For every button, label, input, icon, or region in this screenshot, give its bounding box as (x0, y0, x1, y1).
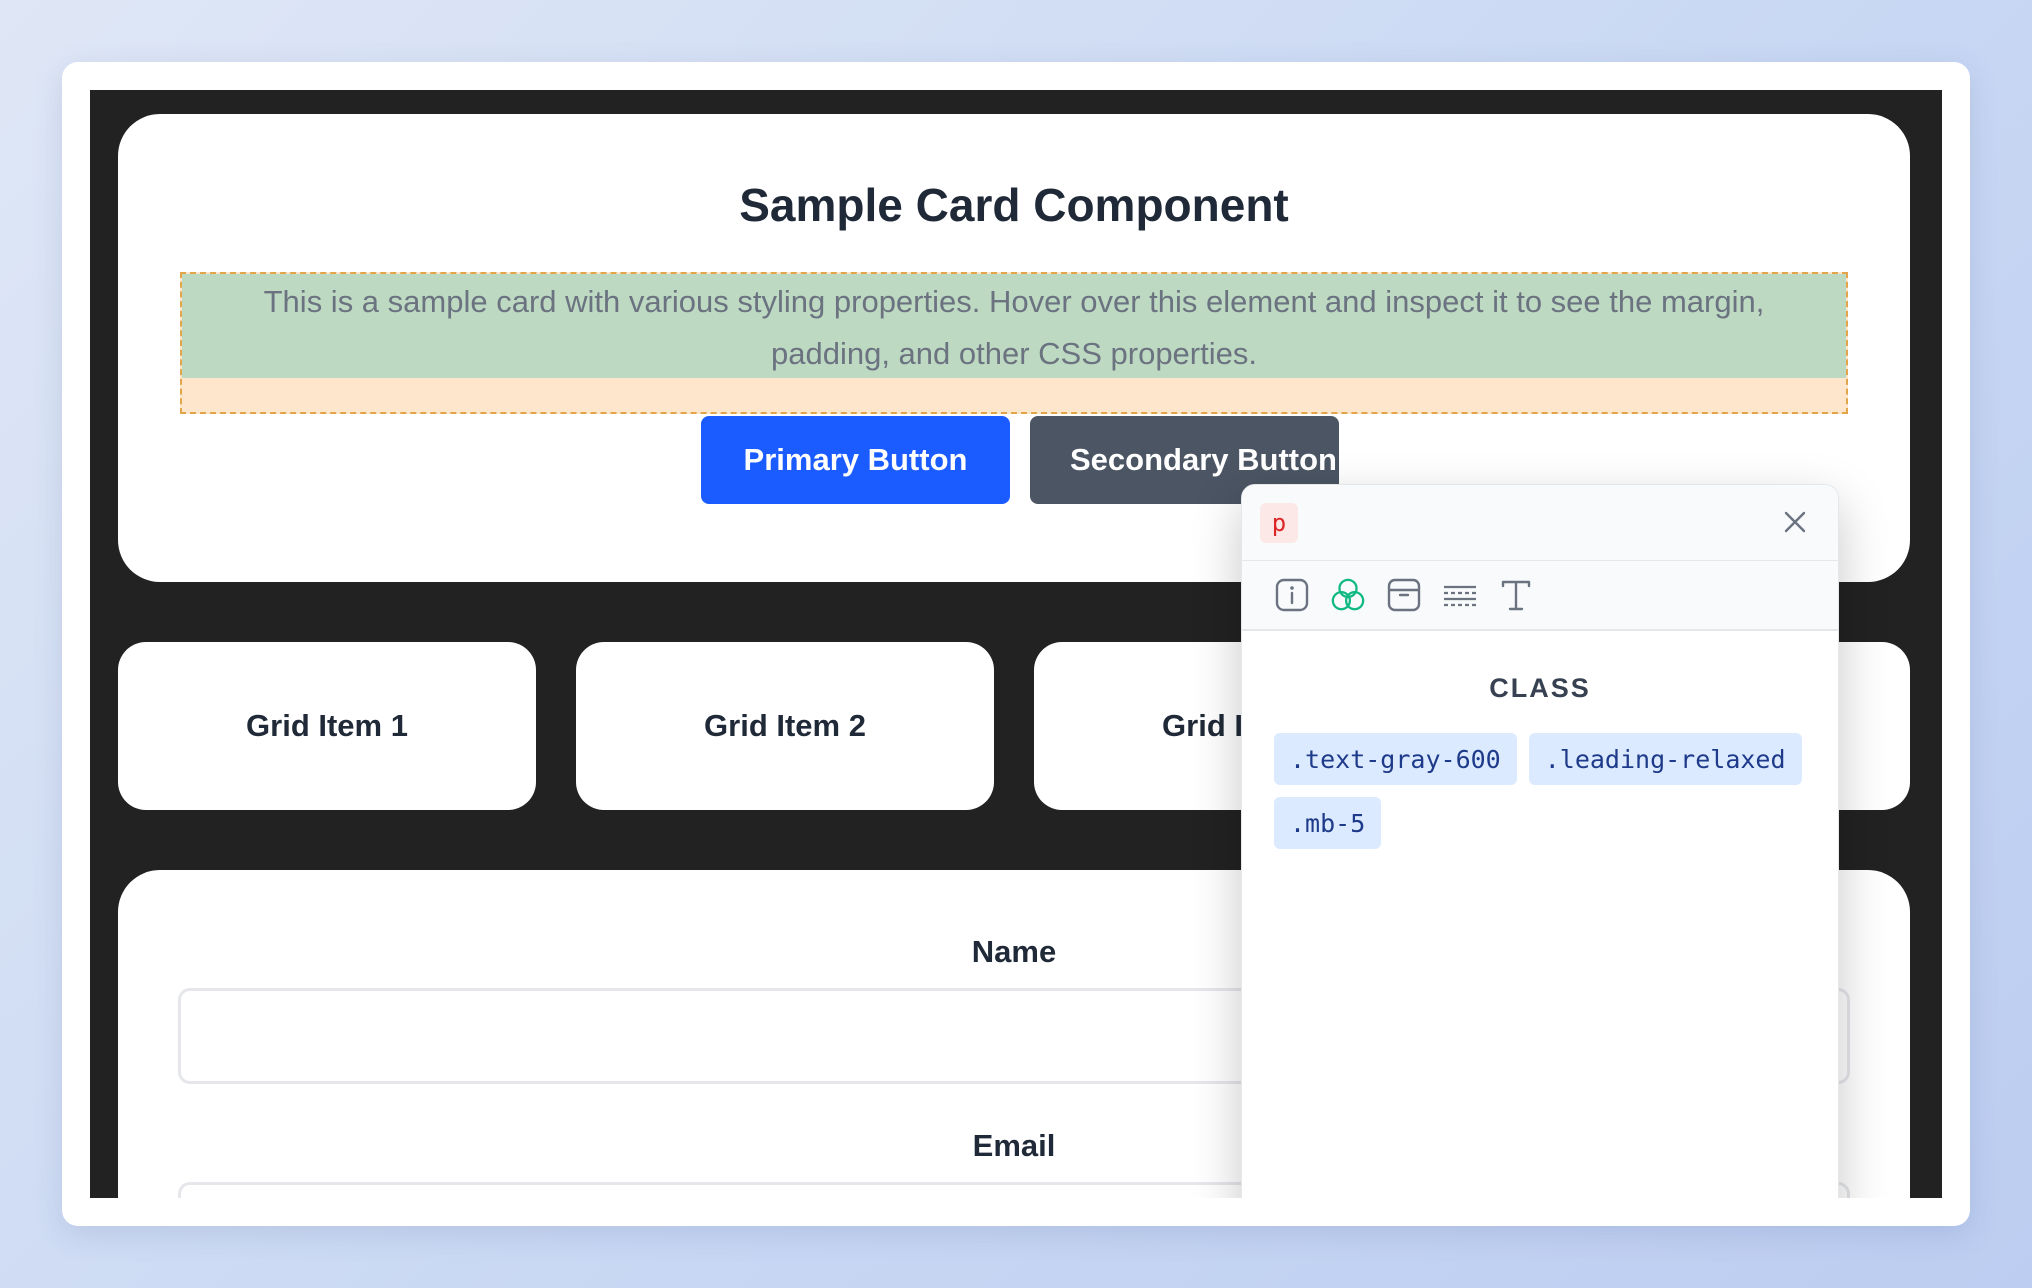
class-section-title: CLASS (1489, 673, 1591, 703)
close-icon (1784, 511, 1806, 533)
inspector-toolbar (1242, 561, 1838, 631)
grid-item-1[interactable]: Grid Item 1 (118, 642, 536, 810)
inspected-paragraph-margin[interactable]: This is a sample card with various styli… (180, 272, 1848, 414)
card-description[interactable]: This is a sample card with various styli… (182, 276, 1846, 380)
color-circles-icon (1331, 578, 1365, 611)
inspector-popover: p CLASS .text-gray-600 .leading-relaxed … (1241, 484, 1839, 1198)
class-chip[interactable]: .mb-5 (1274, 797, 1382, 849)
card-title: Sample Card Component (739, 179, 1289, 231)
grid-item-2[interactable]: Grid Item 2 (576, 642, 994, 810)
inspector-header: p (1242, 485, 1838, 561)
class-chip[interactable]: .text-gray-600 (1274, 733, 1517, 785)
class-chip-list: .text-gray-600 .leading-relaxed .mb-5 (1274, 733, 1814, 849)
box-model-tab[interactable] (1386, 577, 1422, 613)
page-viewport: Sample Card Component This is a sample c… (90, 90, 1942, 1198)
class-chip[interactable]: .leading-relaxed (1528, 733, 1802, 785)
spacing-tab[interactable] (1442, 577, 1478, 613)
info-tab[interactable] (1274, 577, 1310, 613)
box-model-icon (1387, 578, 1421, 612)
element-tag-badge: p (1260, 503, 1298, 543)
typography-tab[interactable] (1498, 577, 1534, 613)
info-icon (1275, 578, 1309, 612)
close-button[interactable] (1778, 505, 1812, 539)
colors-tab[interactable] (1330, 577, 1366, 613)
primary-button[interactable]: Primary Button (701, 416, 1010, 504)
spacing-lines-icon (1444, 585, 1476, 607)
typography-icon (1501, 580, 1531, 611)
